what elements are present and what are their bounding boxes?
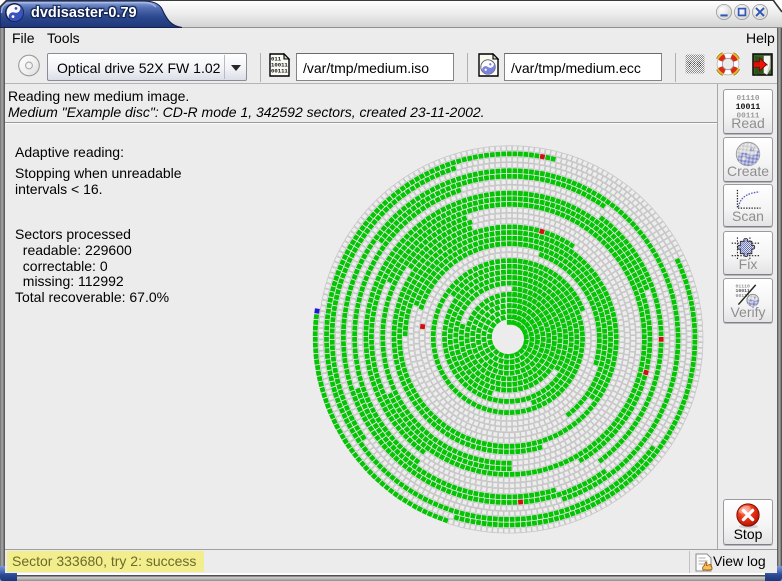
svg-text:00111: 00111 [271,68,288,75]
svg-text:10011: 10011 [736,103,761,112]
svg-text:?!0: ?!0 [687,61,702,70]
